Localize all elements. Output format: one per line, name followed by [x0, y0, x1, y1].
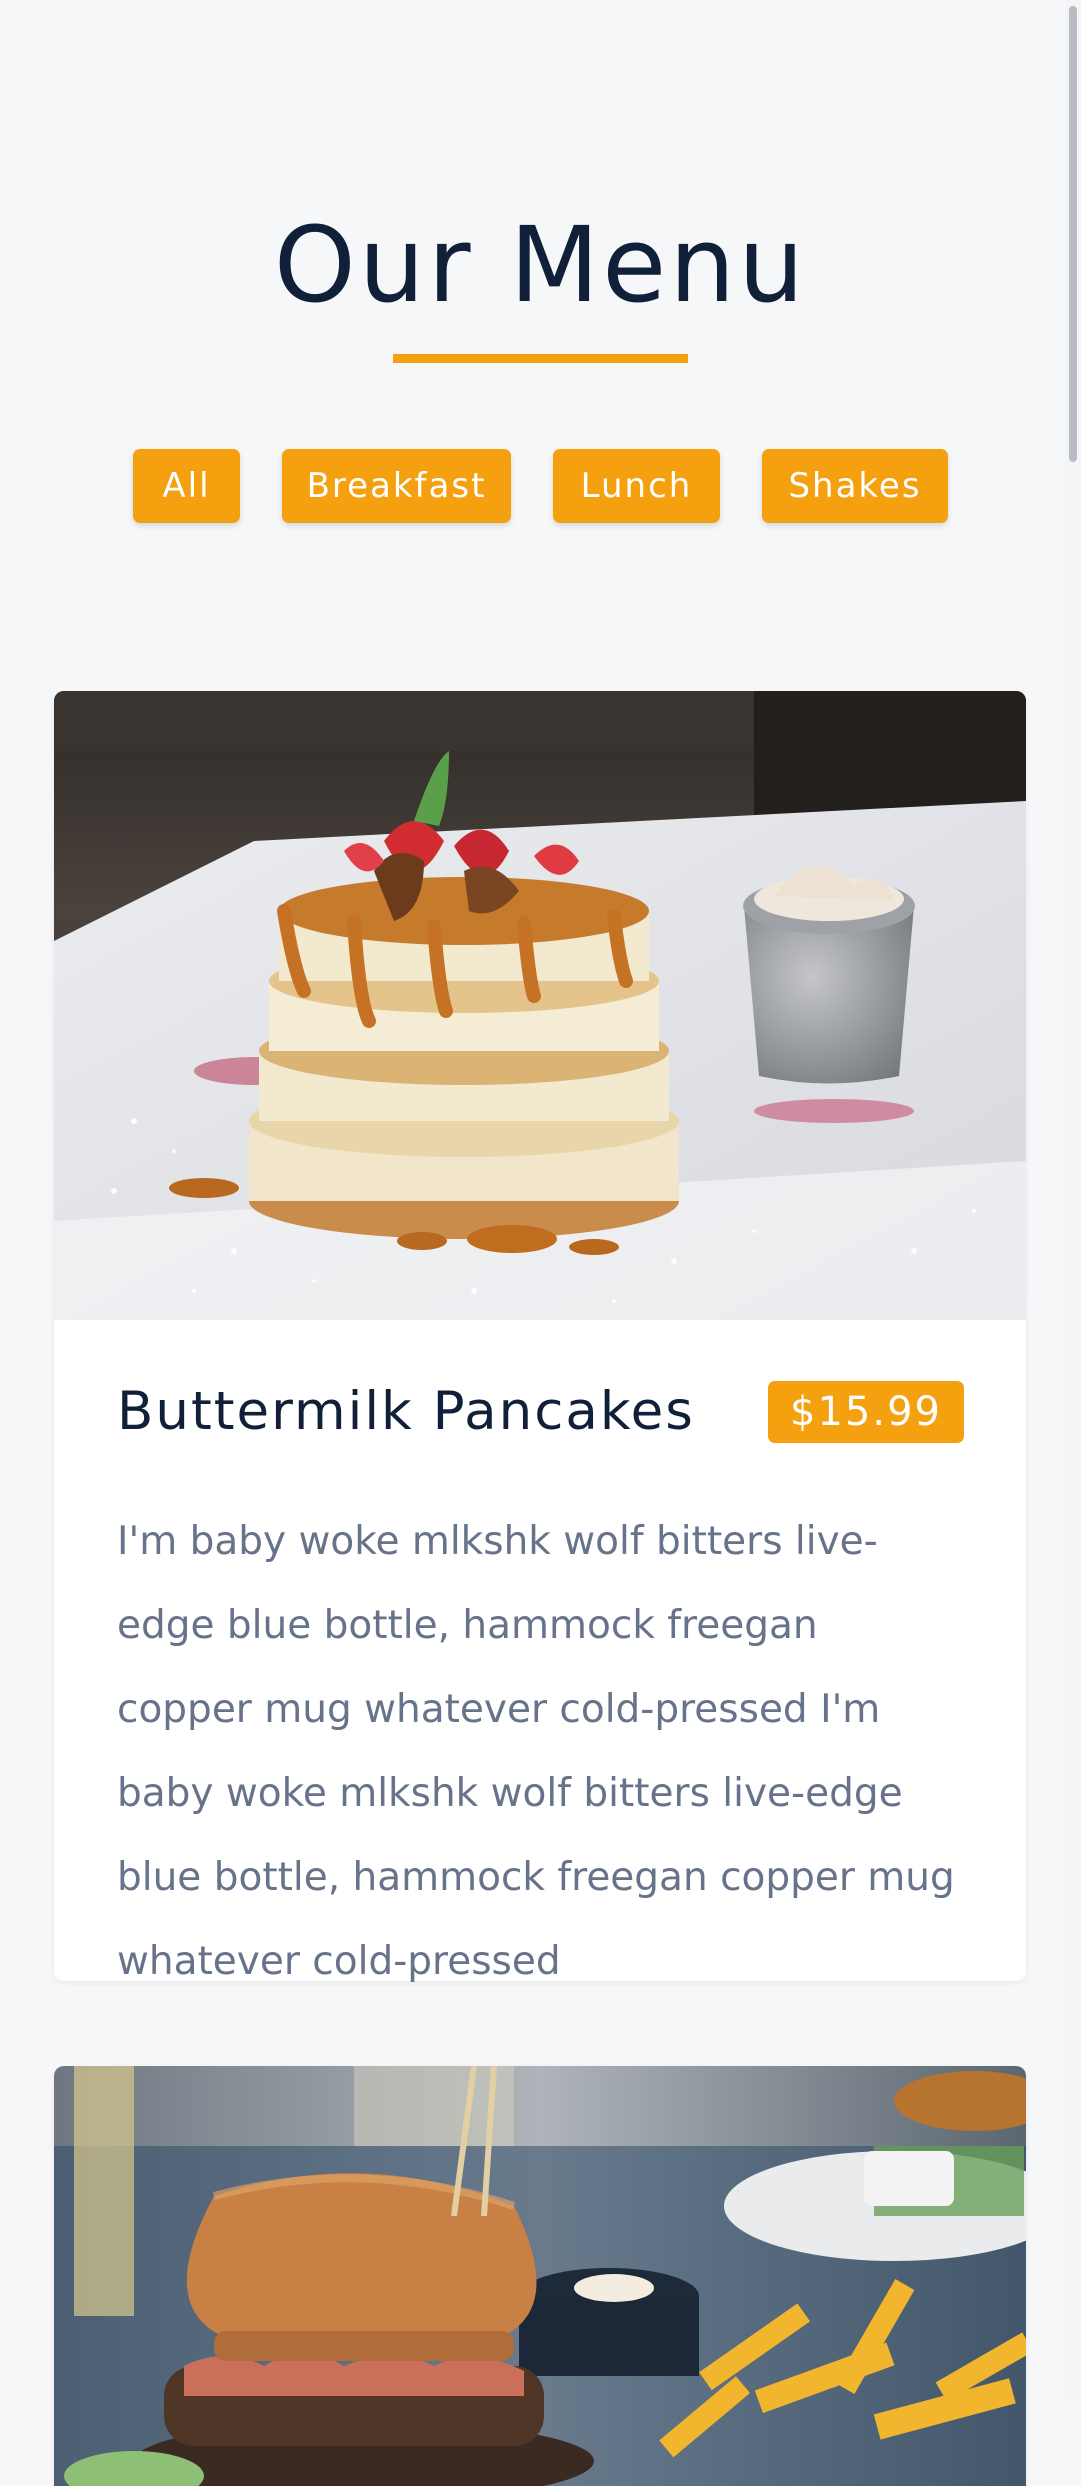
- filter-button-breakfast[interactable]: Breakfast: [282, 449, 511, 523]
- item-name: Buttermilk Pancakes: [117, 1381, 695, 1442]
- pancake-stack-photo: [54, 691, 1026, 1320]
- menu-item-card: [54, 2066, 1026, 2486]
- menu-item-header: Buttermilk Pancakes $15.99: [117, 1381, 964, 1443]
- page-title: Our Menu: [273, 204, 808, 326]
- scrollbar-track[interactable]: [1065, 0, 1081, 2401]
- price-badge: $15.99: [768, 1381, 964, 1443]
- title-underline: [393, 354, 688, 363]
- filter-button-all[interactable]: All: [133, 449, 240, 523]
- category-filters: All Breakfast Lunch Shakes: [0, 449, 1081, 523]
- filter-button-shakes[interactable]: Shakes: [762, 449, 948, 523]
- filter-button-lunch[interactable]: Lunch: [553, 449, 720, 523]
- item-description: I'm baby woke mlkshk wolf bitters live-e…: [117, 1519, 955, 1984]
- burger-and-fries-photo: [54, 2066, 1026, 2486]
